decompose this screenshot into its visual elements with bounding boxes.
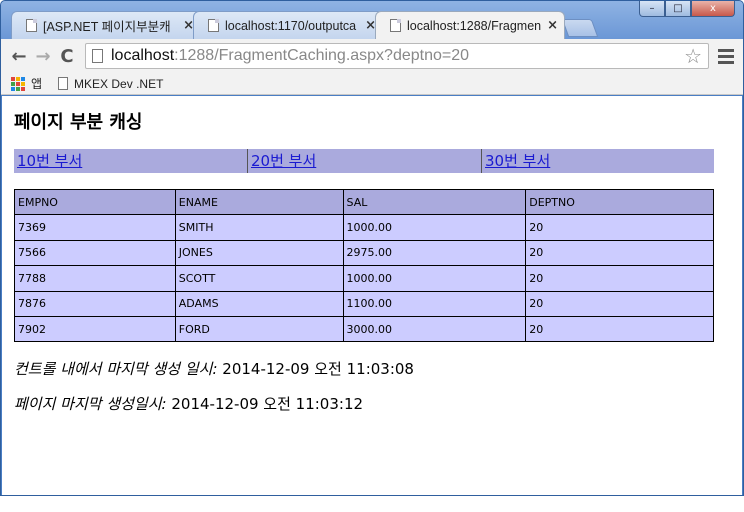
page-title: 페이지 부분 캐싱 bbox=[14, 112, 143, 133]
title-bar: [ASP.NET 페이지부분캐 × localhost:1170/outputc… bbox=[1, 1, 743, 39]
cell-ename: JONES bbox=[174, 239, 344, 267]
tab-aspnet[interactable]: [ASP.NET 페이지부분캐 × bbox=[11, 11, 201, 39]
bookmark-star-icon[interactable]: ☆ bbox=[684, 44, 702, 69]
employee-table: EMPNO ENAME SAL DEPTNO 7369 SMITH 1000.0… bbox=[14, 188, 714, 343]
back-button[interactable]: ← bbox=[7, 44, 31, 68]
reload-button[interactable]: C bbox=[55, 44, 79, 68]
cell-deptno: 20 bbox=[525, 315, 714, 343]
tab-label: [ASP.NET 페이지부분캐 bbox=[43, 20, 171, 34]
page-icon bbox=[26, 19, 37, 32]
apps-icon[interactable] bbox=[11, 76, 25, 91]
table-row: 7876 ADAMS 1100.00 20 bbox=[14, 290, 714, 317]
table-row: 7566 JONES 2975.00 20 bbox=[14, 239, 714, 267]
cell-sal: 1100.00 bbox=[342, 290, 527, 317]
cell-ename: ADAMS bbox=[174, 290, 344, 317]
page-time-label: 페이지 마지막 생성일시: bbox=[14, 395, 167, 413]
page-icon bbox=[92, 49, 103, 63]
cell-empno: 7902 bbox=[14, 315, 176, 343]
cell-ename: SMITH bbox=[174, 214, 344, 241]
menu-icon[interactable] bbox=[715, 45, 737, 67]
tab-outputcache[interactable]: localhost:1170/outputca × bbox=[193, 11, 383, 39]
page-time-value: 2014-12-09 오전 11:03:12 bbox=[166, 395, 364, 413]
cell-deptno: 20 bbox=[525, 290, 714, 317]
cell-empno: 7369 bbox=[14, 214, 176, 241]
cell-sal: 1000.00 bbox=[342, 214, 527, 241]
cell-deptno: 20 bbox=[525, 265, 714, 292]
cell-sal: 2975.00 bbox=[342, 239, 527, 267]
column-header-deptno: DEPTNO bbox=[525, 188, 714, 216]
url-host: localhost bbox=[111, 47, 175, 64]
dept-link-20[interactable]: 20번 부서 bbox=[247, 149, 481, 173]
close-window-button[interactable]: x bbox=[691, 1, 735, 17]
column-header-ename: ENAME bbox=[174, 188, 344, 216]
table-row: 7369 SMITH 1000.00 20 bbox=[14, 214, 714, 241]
column-header-empno: EMPNO bbox=[14, 188, 176, 216]
address-bar[interactable]: localhost :1288/FragmentCaching.aspx?dep… bbox=[85, 43, 709, 69]
window-controls: – □ x bbox=[639, 1, 735, 17]
cell-empno: 7788 bbox=[14, 265, 176, 292]
table-header-row: EMPNO ENAME SAL DEPTNO bbox=[14, 188, 714, 216]
control-time-value: 2014-12-09 오전 11:03:08 bbox=[217, 360, 414, 378]
column-header-sal: SAL bbox=[342, 188, 527, 216]
cell-sal: 3000.00 bbox=[342, 315, 527, 343]
apps-label[interactable]: 앱 bbox=[31, 75, 42, 92]
page-icon bbox=[208, 19, 219, 32]
table-row: 7902 FORD 3000.00 20 bbox=[14, 315, 714, 343]
new-tab-button[interactable] bbox=[561, 19, 599, 37]
browser-window: [ASP.NET 페이지부분캐 × localhost:1170/outputc… bbox=[0, 0, 744, 496]
cell-ename: FORD bbox=[174, 315, 344, 343]
tab-fragment[interactable]: localhost:1288/Fragment × bbox=[375, 11, 565, 39]
close-icon[interactable]: × bbox=[547, 18, 558, 33]
page-generated-time: 페이지 마지막 생성일시: 2014-12-09 오전 11:03:12 bbox=[14, 393, 363, 414]
cell-sal: 1000.00 bbox=[342, 265, 527, 292]
bottom-strip bbox=[0, 496, 744, 512]
control-time-label: 컨트롤 내에서 마지막 생성 일시: bbox=[14, 360, 218, 378]
url-path: :1288/FragmentCaching.aspx?deptno=20 bbox=[174, 47, 470, 64]
control-generated-time: 컨트롤 내에서 마지막 생성 일시: 2014-12-09 오전 11:03:0… bbox=[14, 358, 414, 379]
browser-toolbar: ← → C localhost :1288/FragmentCaching.as… bbox=[1, 39, 743, 73]
forward-button[interactable]: → bbox=[31, 44, 55, 68]
cell-deptno: 20 bbox=[525, 239, 714, 267]
minimize-button[interactable]: – bbox=[639, 1, 665, 17]
bookmark-item[interactable]: MKEX Dev .NET bbox=[74, 77, 163, 91]
page-icon bbox=[58, 77, 69, 90]
tab-label: localhost:1288/Fragment bbox=[407, 18, 542, 33]
cell-empno: 7566 bbox=[14, 239, 176, 267]
page-content: 페이지 부분 캐싱 10번 부서 20번 부서 30번 부서 EMPNO ENA… bbox=[2, 96, 742, 495]
bookmarks-bar: 앱 MKEX Dev .NET bbox=[1, 73, 743, 95]
dept-link-10[interactable]: 10번 부서 bbox=[14, 149, 247, 173]
restore-button[interactable]: □ bbox=[665, 1, 691, 17]
tab-label: localhost:1170/outputca bbox=[225, 18, 357, 33]
cell-ename: SCOTT bbox=[174, 265, 344, 292]
page-icon bbox=[390, 19, 401, 32]
cell-deptno: 20 bbox=[525, 214, 714, 241]
cell-empno: 7876 bbox=[14, 290, 176, 317]
tab-strip: [ASP.NET 페이지부분캐 × localhost:1170/outputc… bbox=[11, 11, 599, 39]
dept-link-30[interactable]: 30번 부서 bbox=[481, 149, 714, 173]
dept-menu: 10번 부서 20번 부서 30번 부서 bbox=[14, 149, 714, 173]
table-row: 7788 SCOTT 1000.00 20 bbox=[14, 265, 714, 292]
